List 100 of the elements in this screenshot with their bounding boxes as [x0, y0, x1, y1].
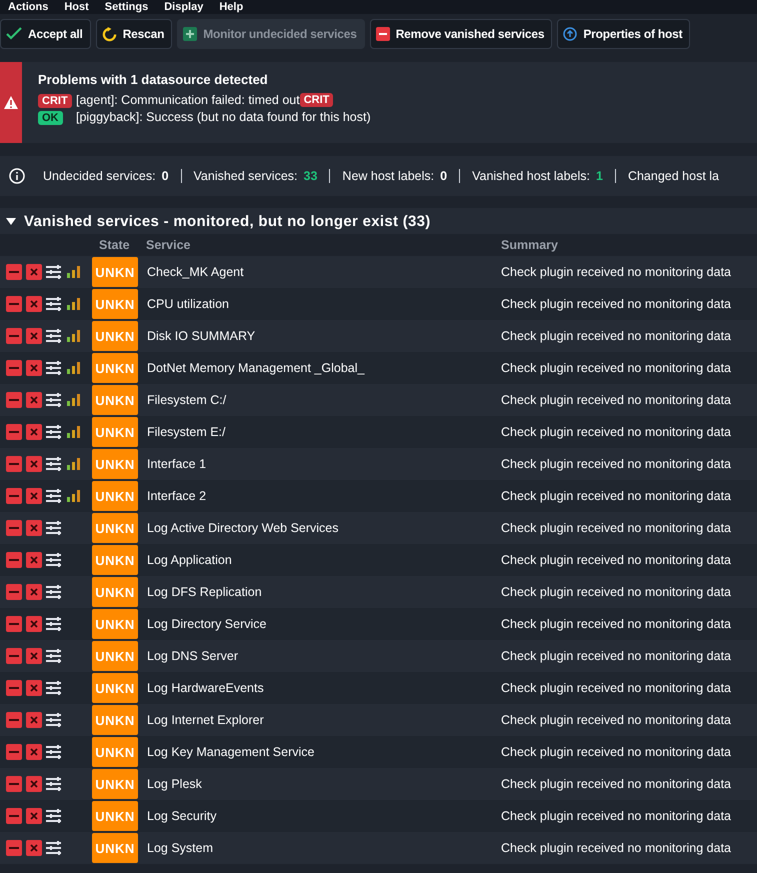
parameters-icon[interactable] — [46, 489, 63, 503]
parameters-icon[interactable] — [46, 681, 63, 695]
delete-button[interactable] — [26, 392, 42, 408]
remove-button[interactable] — [6, 520, 22, 536]
delete-button[interactable] — [26, 712, 42, 728]
remove-button[interactable] — [6, 744, 22, 760]
parameters-icon[interactable] — [46, 585, 63, 599]
parameters-icon[interactable] — [46, 841, 63, 855]
parameters-icon[interactable] — [46, 265, 63, 279]
remove-button[interactable] — [6, 584, 22, 600]
delete-button[interactable] — [26, 296, 42, 312]
remove-button[interactable] — [6, 456, 22, 472]
service-name: Log System — [146, 841, 214, 855]
state-label: UNKN — [92, 449, 138, 479]
remove-button[interactable] — [6, 424, 22, 440]
summary-text: Check plugin received no monitoring data — [501, 617, 732, 631]
minus-icon — [9, 815, 19, 817]
service-name: Log Internet Explorer — [146, 713, 265, 727]
signal-bars-icon[interactable] — [67, 458, 80, 470]
parameters-icon[interactable] — [46, 809, 63, 823]
parameters-icon[interactable] — [46, 361, 63, 375]
remove-button[interactable] — [6, 392, 22, 408]
summary-text: Check plugin received no monitoring data — [501, 297, 732, 311]
delete-button[interactable] — [26, 328, 42, 344]
menu-item[interactable]: Actions — [0, 1, 56, 13]
signal-bars-icon[interactable] — [67, 298, 80, 310]
parameters-icon[interactable] — [46, 457, 63, 471]
menu-item[interactable]: Settings — [96, 1, 156, 13]
parameters-icon[interactable] — [46, 553, 63, 567]
remove-button[interactable] — [6, 680, 22, 696]
menu-item[interactable]: Display — [156, 1, 212, 13]
parameters-icon[interactable] — [46, 713, 63, 727]
toolbar-button[interactable]: Properties of host — [557, 19, 690, 49]
remove-button[interactable] — [6, 296, 22, 312]
signal-bars-icon[interactable] — [67, 266, 80, 278]
delete-button[interactable] — [26, 680, 42, 696]
parameters-icon[interactable] — [46, 617, 63, 631]
toolbar-button[interactable]: Rescan — [96, 19, 172, 49]
delete-button[interactable] — [26, 648, 42, 664]
state-label: UNKN — [92, 513, 138, 543]
section-header[interactable]: Vanished services - monitored, but no longer exist (33) — [0, 208, 437, 234]
delete-button[interactable] — [26, 744, 42, 760]
state-label: UNKN — [92, 641, 138, 671]
state-label: UNKN — [92, 673, 138, 703]
minus-icon — [9, 271, 19, 273]
summary-text: Check plugin received no monitoring data — [501, 681, 732, 695]
remove-button[interactable] — [6, 712, 22, 728]
parameters-icon[interactable] — [46, 521, 63, 535]
delete-button[interactable] — [26, 840, 42, 856]
remove-button[interactable] — [6, 488, 22, 504]
summary-text: Check plugin received no monitoring data — [501, 777, 732, 791]
close-icon — [30, 332, 38, 340]
remove-button[interactable] — [6, 328, 22, 344]
signal-bars-icon[interactable] — [67, 330, 80, 342]
delete-button[interactable] — [26, 520, 42, 536]
toolbar-button[interactable]: Accept all — [0, 19, 91, 49]
menu-item[interactable]: Help — [211, 1, 252, 13]
close-icon — [30, 364, 38, 372]
remove-button[interactable] — [6, 616, 22, 632]
delete-button[interactable] — [26, 584, 42, 600]
signal-bars-icon[interactable] — [67, 394, 80, 406]
parameters-icon[interactable] — [46, 777, 63, 791]
remove-button[interactable] — [6, 360, 22, 376]
menu-item[interactable]: Host — [56, 1, 97, 13]
delete-button[interactable] — [26, 808, 42, 824]
state-badge: OK — [38, 111, 62, 125]
state-label: UNKN — [92, 257, 138, 287]
remove-button[interactable] — [6, 552, 22, 568]
service-name: Filesystem E:/ — [146, 425, 226, 439]
summary-item: Vanished services: 33 — [180, 169, 330, 183]
remove-button[interactable] — [6, 648, 22, 664]
parameters-icon[interactable] — [46, 297, 63, 311]
close-icon — [30, 556, 38, 564]
close-icon — [30, 844, 38, 852]
delete-button[interactable] — [26, 776, 42, 792]
parameters-icon[interactable] — [46, 329, 63, 343]
signal-bars-icon[interactable] — [67, 490, 80, 502]
delete-button[interactable] — [26, 488, 42, 504]
remove-button[interactable] — [6, 264, 22, 280]
close-icon — [30, 620, 38, 628]
remove-button[interactable] — [6, 776, 22, 792]
minus-icon — [9, 399, 19, 401]
parameters-icon[interactable] — [46, 425, 63, 439]
close-icon — [30, 300, 38, 308]
remove-button[interactable] — [6, 808, 22, 824]
close-icon — [30, 780, 38, 788]
toolbar-button[interactable]: Remove vanished services — [370, 19, 552, 49]
delete-button[interactable] — [26, 616, 42, 632]
delete-button[interactable] — [26, 264, 42, 280]
signal-bars-icon[interactable] — [67, 426, 80, 438]
minus-icon — [9, 687, 19, 689]
signal-bars-icon[interactable] — [67, 362, 80, 374]
parameters-icon[interactable] — [46, 393, 63, 407]
delete-button[interactable] — [26, 552, 42, 568]
parameters-icon[interactable] — [46, 649, 63, 663]
delete-button[interactable] — [26, 424, 42, 440]
delete-button[interactable] — [26, 360, 42, 376]
remove-button[interactable] — [6, 840, 22, 856]
parameters-icon[interactable] — [46, 745, 63, 759]
delete-button[interactable] — [26, 456, 42, 472]
